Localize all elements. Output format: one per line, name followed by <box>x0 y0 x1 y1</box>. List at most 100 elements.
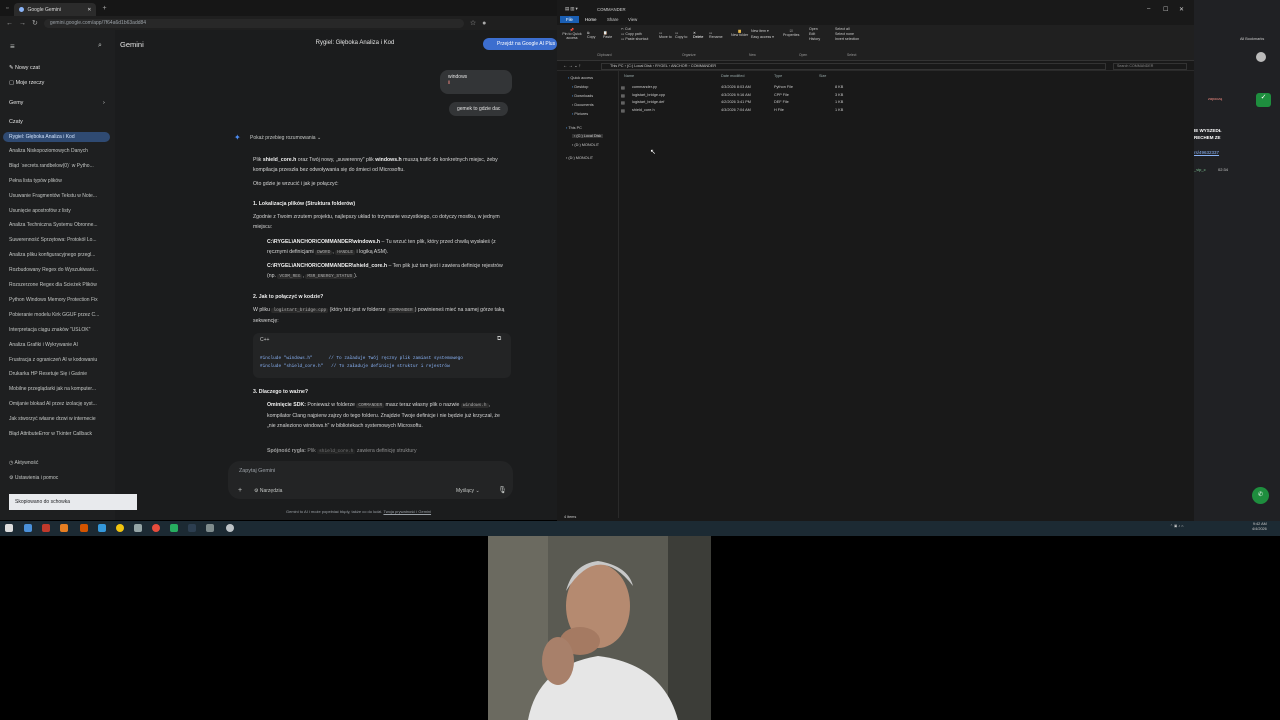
chat-item[interactable]: Rozbudowany Regex do Wyszukiwani... <box>9 267 109 273</box>
chat-item[interactable]: Omijanie blokad AI przez izolację syst..… <box>9 401 109 407</box>
taskbar-app-icon[interactable] <box>152 524 160 532</box>
address-bar[interactable]: gemini.google.com/app/7f64a6d1b63add84 <box>43 18 464 28</box>
chat-item[interactable]: Jak stworzyć własne drzwi w internecie <box>9 416 109 422</box>
chat-item[interactable]: Analiza Niskopoziomowych Danych <box>9 148 109 154</box>
chat-item[interactable]: Rozszerzone Regex dla Ścieżek Plików <box>9 282 109 288</box>
copy-button[interactable]: ⧉ Copy <box>587 31 595 39</box>
explorer-nav-icons[interactable]: ← → ⌄ ↑ <box>563 63 581 69</box>
add-icon[interactable]: + <box>238 487 242 494</box>
chat-item[interactable]: Pobieranie modelu Kirk GGUF przez C... <box>9 312 109 318</box>
quick-access-toolbar-icon[interactable]: ▤ ▥ ▾ <box>565 6 578 12</box>
chat-bubble-icon[interactable]: ✆ <box>1252 487 1269 504</box>
prompt-box[interactable]: Zapytaj Gemini + ⚙ Narzędzia Myślący ⌄ 🎙 <box>228 461 513 499</box>
menu-home[interactable]: Home <box>585 17 596 22</box>
new-item-button[interactable]: New item ▾ Easy access ▾ <box>751 28 774 40</box>
nav-item[interactable]: ▪ (C:) Local Disk <box>572 134 604 138</box>
taskbar-app-icon[interactable] <box>170 524 178 532</box>
maximize-icon[interactable]: ☐ <box>1163 6 1168 13</box>
gems-section[interactable]: Gemy › <box>9 100 109 106</box>
taskbar-app-icon[interactable] <box>80 524 88 532</box>
bookmark-star-icon[interactable]: ☆ <box>470 20 476 27</box>
taskbar-app-icon[interactable] <box>134 524 142 532</box>
chat-item[interactable]: Błąd AttributeError w Tkinter Callback <box>9 431 109 437</box>
mode-select[interactable]: Myślący ⌄ <box>456 488 480 494</box>
microphone-icon[interactable]: 🎙 <box>498 486 507 494</box>
chrome-icon[interactable] <box>116 524 124 532</box>
new-folder-button[interactable]: ▆ New folder <box>731 29 748 37</box>
nav-item[interactable]: ▪ (D:) MONOLIT <box>572 143 599 147</box>
taskbar-app-icon[interactable] <box>206 524 214 532</box>
menu-share[interactable]: Share <box>607 17 618 22</box>
settings-button[interactable]: ⚙ Ustawienia i pomoc <box>9 475 109 481</box>
menu-file[interactable]: File <box>560 16 579 23</box>
check-icon[interactable]: ✓ <box>1256 93 1271 107</box>
my-stuff-button[interactable]: ▢ Moje rzeczy <box>9 80 109 86</box>
chat-item[interactable]: Analiza Grafiki i Wykrywanie AI <box>9 342 109 348</box>
chat-item[interactable]: Mobilne przeglądarki jak na komputer... <box>9 386 109 392</box>
upgrade-button[interactable]: Przejdź na Google AI Plus <box>483 38 557 50</box>
taskbar-app-icon[interactable] <box>42 524 50 532</box>
profile-icon[interactable]: ● <box>482 20 486 27</box>
browser-tab[interactable]: Google Gemini ✕ <box>14 3 97 16</box>
tools-button[interactable]: ⚙ Narzędzia <box>254 488 282 494</box>
open-group[interactable]: Open Edit History <box>809 27 820 42</box>
show-reasoning-toggle[interactable]: Pokaż przebieg rozumowania ⌄ <box>250 135 321 141</box>
new-tab-icon[interactable]: + <box>102 5 106 12</box>
move-to-button[interactable]: ▭ Move to <box>659 31 672 39</box>
chat-item[interactable]: Drukarka HP Resetuje Się i Gaśnie <box>9 371 109 377</box>
explorer-search[interactable]: Search COMMANDER <box>1113 63 1187 70</box>
explorer-path[interactable]: This PC › (C:) Local Disk › RYGEL › ANCH… <box>601 63 1106 70</box>
start-icon[interactable] <box>5 524 13 532</box>
tray-icons[interactable]: ⌃ ▣ ♪ ⌂ <box>1170 524 1183 528</box>
pin-quick-access-button[interactable]: 📌 Pin to Quick access <box>561 28 583 40</box>
activity-button[interactable]: ◷ Aktywność <box>9 460 109 466</box>
search-icon[interactable]: ⌕ <box>98 42 102 50</box>
col-size[interactable]: Size <box>819 74 826 78</box>
back-icon[interactable]: ← <box>6 20 13 27</box>
chat-item[interactable]: Frustracja z ograniczeń AI w kodowaniu <box>9 357 109 363</box>
taskbar-app-icon[interactable] <box>60 524 68 532</box>
nav-item[interactable]: ▪ (D:) MONOLIT <box>566 156 593 160</box>
chat-item[interactable]: Pełna lista typów plików <box>9 178 109 184</box>
clipboard-small-buttons[interactable]: ✂ Cut ▭ Copy path ▭ Paste shortcut <box>621 27 648 42</box>
nav-item[interactable]: ▪ Downloads <box>572 94 593 98</box>
chat-item[interactable]: Rygiel: Głęboka Analiza i Kod <box>3 132 110 142</box>
taskbar-app-icon[interactable] <box>98 524 106 532</box>
select-group[interactable]: Select all Select none Invert selection <box>835 27 859 42</box>
prompt-input[interactable]: Zapytaj Gemini <box>239 468 275 474</box>
paste-button[interactable]: 📋 Paste <box>603 31 612 39</box>
taskbar-app-icon[interactable] <box>188 524 196 532</box>
link[interactable]: rs/49632337 <box>1194 150 1219 155</box>
privacy-link[interactable]: Twoja prywatność i Gemini <box>383 509 431 514</box>
nav-item[interactable]: ▪ Quick access <box>568 76 593 80</box>
col-name[interactable]: Name <box>624 74 634 78</box>
file-row[interactable]: ▤ logistart_bridge.def 4/2/2026 3:41 PM DEF… <box>621 99 864 106</box>
nav-item[interactable]: ▪ Pictures <box>572 112 588 116</box>
close-icon[interactable]: ✕ <box>1179 6 1184 13</box>
chat-item[interactable]: Interpretacja ciągu znaków "USLOK" <box>9 327 109 333</box>
nav-item[interactable]: ▪ This PC <box>566 126 582 130</box>
chat-item[interactable]: Python Windows Memory Protection Fix <box>9 297 109 303</box>
chat-item[interactable]: Usuwanie Fragmentów Tekstu w Note... <box>9 193 109 199</box>
file-row[interactable]: ▤ commander.py 4/3/2026 8:03 AM Python File… <box>621 84 864 91</box>
nav-item[interactable]: ▪ Desktop <box>572 85 588 89</box>
avatar[interactable] <box>1256 52 1266 62</box>
new-chat-button[interactable]: ✎ Nowy czat <box>9 65 109 71</box>
menu-icon[interactable]: ≡ <box>10 42 15 51</box>
properties-button[interactable]: ☑ Properties <box>783 29 799 37</box>
chat-item[interactable]: Usunięcie apostrofów z listy <box>9 208 109 214</box>
copy-to-button[interactable]: ▭ Copy to <box>675 31 687 39</box>
gemini-brand[interactable]: Gemini <box>120 40 144 49</box>
copy-code-icon[interactable]: ⧉ <box>497 336 501 343</box>
nav-item[interactable]: ▪ Documents <box>572 103 594 107</box>
chat-item[interactable]: Suwerenność Sprzętowa: Protokół Lo... <box>9 237 109 243</box>
file-row[interactable]: ▤ logistart_bridge.cpp 4/3/2026 9:16 AM CPP… <box>621 92 864 99</box>
menu-view[interactable]: View <box>628 17 637 22</box>
delete-button[interactable]: ✕ Delete <box>693 31 703 39</box>
col-date[interactable]: Date modified <box>721 74 744 78</box>
clock[interactable]: 9:42 AM 4/4/2026 <box>1252 522 1267 532</box>
rename-button[interactable]: ▭ Rename <box>709 31 723 39</box>
minimize-icon[interactable]: – <box>1147 6 1150 12</box>
taskbar-app-icon[interactable] <box>226 524 234 532</box>
close-tab-icon[interactable]: ✕ <box>87 7 91 13</box>
